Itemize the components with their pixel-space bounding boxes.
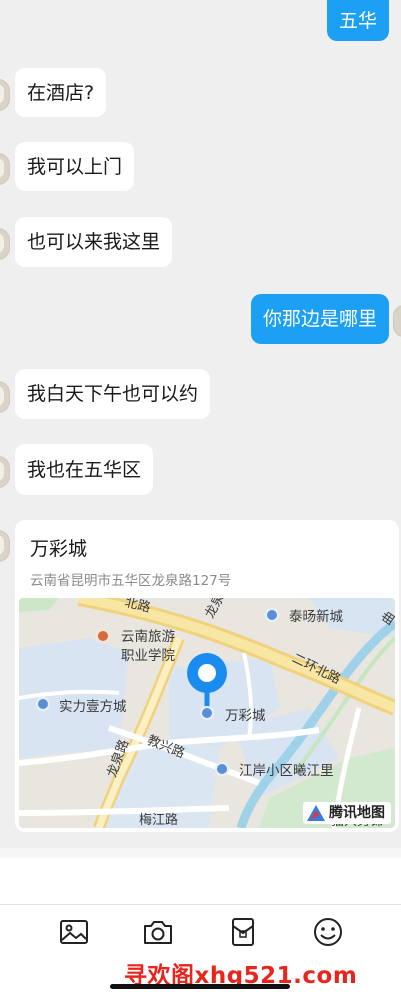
map-label-jiangan: 江岸小区曦江里 bbox=[239, 763, 334, 779]
map-label-school: 云南旅游 bbox=[121, 629, 175, 645]
poi-marker bbox=[265, 608, 279, 622]
contact-avatar[interactable] bbox=[0, 153, 10, 185]
my-avatar[interactable] bbox=[393, 305, 401, 337]
message-bubble-received[interactable]: 我也在五华区 bbox=[15, 444, 154, 495]
message-text: 我可以上门 bbox=[27, 155, 123, 178]
message-text: 在酒店? bbox=[27, 81, 95, 104]
red-packet-icon bbox=[232, 918, 254, 946]
home-indicator[interactable] bbox=[110, 984, 290, 989]
map-provider-label: 腾讯地图 bbox=[329, 805, 385, 821]
contact-avatar[interactable] bbox=[0, 79, 10, 111]
map-label-shili: 实力壹方城 bbox=[59, 699, 127, 715]
message-text: 我白天下午也可以约 bbox=[27, 383, 199, 405]
emoji-button[interactable] bbox=[311, 915, 345, 949]
poi-marker bbox=[200, 706, 214, 720]
tencent-map-logo-icon bbox=[307, 805, 325, 821]
camera-button[interactable] bbox=[141, 915, 175, 949]
message-text: 你那边是哪里 bbox=[262, 308, 377, 330]
map-preview[interactable]: 云南旅游 职业学院 泰旸新城 实力壹方城 万彩城 江岸小区曦江里 二环北路 北路… bbox=[19, 598, 395, 828]
map-label-wancai: 万彩城 bbox=[225, 708, 266, 724]
image-button[interactable] bbox=[57, 915, 91, 949]
contact-avatar[interactable] bbox=[0, 456, 10, 488]
message-bubble-received[interactable]: 在酒店? bbox=[15, 68, 107, 117]
message-bubble-sent[interactable]: 五华 bbox=[326, 0, 389, 41]
poi-marker bbox=[36, 697, 50, 711]
map-provider-badge: 腾讯地图 bbox=[303, 802, 391, 824]
message-text: 五华 bbox=[338, 9, 377, 32]
message-bubble-received[interactable]: 我白天下午也可以约 bbox=[15, 369, 211, 419]
divider bbox=[0, 848, 401, 858]
location-card[interactable]: 万彩城 云南省昆明市五华区龙泉路127号 云南旅游 职业学院 泰旸新城 实力壹方… bbox=[15, 520, 399, 832]
message-bubble-received[interactable]: 也可以来我这里 bbox=[15, 217, 173, 267]
chat-area[interactable]: 五华 在酒店? 我可以上门 也可以来我这里 你那边是哪里 我白天下午也可以约 我… bbox=[0, 0, 401, 848]
contact-avatar[interactable] bbox=[0, 228, 10, 260]
emoji-icon bbox=[314, 918, 342, 946]
message-text: 也可以来我这里 bbox=[27, 231, 161, 253]
map-label-taiyang: 泰旸新城 bbox=[289, 609, 343, 625]
map-label-school-2: 职业学院 bbox=[121, 648, 175, 664]
red-packet-button[interactable] bbox=[226, 915, 260, 949]
road-label-meijiang: 梅江路 bbox=[139, 813, 179, 828]
message-text: 我也在五华区 bbox=[27, 458, 142, 481]
location-title: 万彩城 bbox=[30, 538, 88, 560]
poi-marker bbox=[215, 762, 229, 776]
message-bubble-sent[interactable]: 你那边是哪里 bbox=[250, 294, 389, 344]
school-marker bbox=[96, 629, 110, 643]
contact-avatar[interactable] bbox=[0, 381, 10, 413]
image-icon bbox=[60, 920, 88, 944]
camera-icon bbox=[144, 921, 172, 944]
message-bubble-received[interactable]: 我可以上门 bbox=[15, 142, 135, 191]
location-address: 云南省昆明市五华区龙泉路127号 bbox=[30, 573, 232, 589]
message-input[interactable] bbox=[0, 858, 401, 904]
contact-avatar[interactable] bbox=[0, 530, 10, 562]
